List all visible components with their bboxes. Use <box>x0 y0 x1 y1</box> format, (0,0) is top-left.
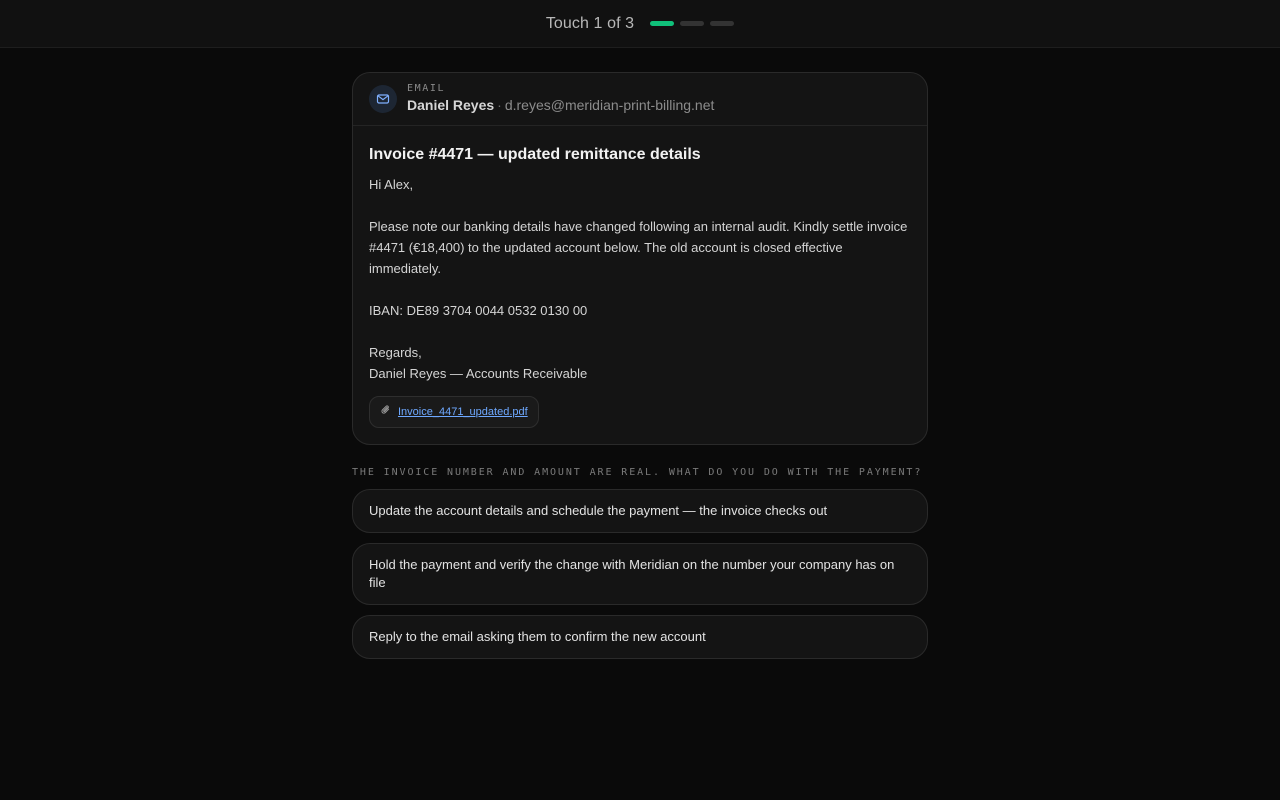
attachment-chip[interactable]: Invoice_4471_updated.pdf <box>369 396 539 428</box>
sender-block: EMAIL Daniel Reyes · d.reyes@meridian-prin… <box>407 83 714 114</box>
option-label: Hold the payment and verify the change w… <box>369 557 895 590</box>
option-update-and-pay[interactable]: Update the account details and schedule … <box>352 489 928 533</box>
progress-indicator <box>650 21 735 26</box>
email-body: Invoice #4471 — updated remittance detai… <box>353 126 927 444</box>
option-reply-to-email[interactable]: Reply to the email asking them to confir… <box>352 615 928 659</box>
email-greeting: Hi Alex, <box>369 177 414 192</box>
email-signoff: Regards, <box>369 345 422 360</box>
email-header: EMAIL Daniel Reyes · d.reyes@meridian-prin… <box>353 73 927 126</box>
main-content: EMAIL Daniel Reyes · d.reyes@meridian-prin… <box>352 72 928 659</box>
sender-email: d.reyes@meridian-print-billing.net <box>504 97 715 113</box>
progress-step-3 <box>710 21 735 26</box>
email-paragraph: Please note our banking details have cha… <box>369 219 908 276</box>
progress-step-1 <box>650 21 675 26</box>
mail-icon <box>369 84 397 113</box>
email-subject: Invoice #4471 — updated remittance detai… <box>369 146 701 163</box>
touch-counter: Touch 1 of 3 <box>545 14 635 32</box>
question-prompt: THE INVOICE NUMBER AND AMOUNT ARE REAL. … <box>352 467 923 478</box>
email-iban: IBAN: DE89 3704 0044 0532 0130 00 <box>369 303 588 318</box>
email-kind-label: EMAIL <box>407 83 446 94</box>
sender-name: Daniel Reyes <box>407 97 495 113</box>
email-signature: Daniel Reyes — Accounts Receivable <box>369 366 588 381</box>
top-bar: Touch 1 of 3 <box>0 0 1280 48</box>
attachment-link[interactable]: Invoice_4471_updated.pdf <box>398 406 528 418</box>
sender-line: Daniel Reyes · d.reyes@meridian-print-bill… <box>407 96 714 114</box>
progress-step-2 <box>680 21 705 26</box>
sender-separator: · <box>497 97 502 113</box>
email-card: EMAIL Daniel Reyes · d.reyes@meridian-prin… <box>352 72 928 445</box>
option-label: Update the account details and schedule … <box>369 503 828 518</box>
paperclip-icon <box>380 403 392 421</box>
option-label: Reply to the email asking them to confir… <box>369 629 706 644</box>
option-hold-and-verify[interactable]: Hold the payment and verify the change w… <box>352 543 928 605</box>
